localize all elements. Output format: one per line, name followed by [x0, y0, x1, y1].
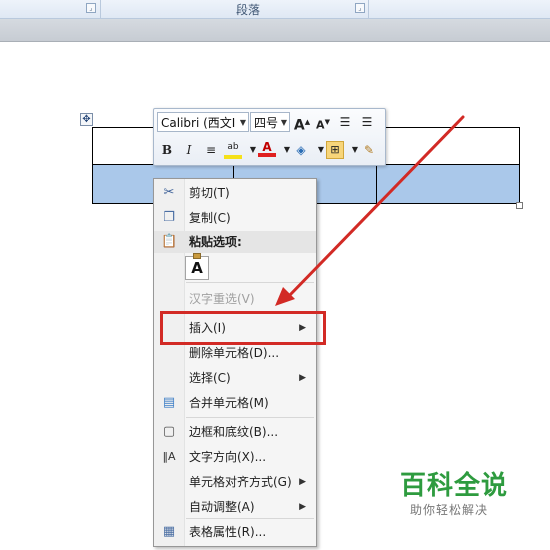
- annotation-arrow: [275, 115, 465, 306]
- watermark-title: 百科全说: [400, 471, 509, 501]
- watermark-subtitle: 助你轻松解决: [410, 503, 489, 517]
- watermark-logo: 百科全说 助你轻松解决: [400, 471, 545, 521]
